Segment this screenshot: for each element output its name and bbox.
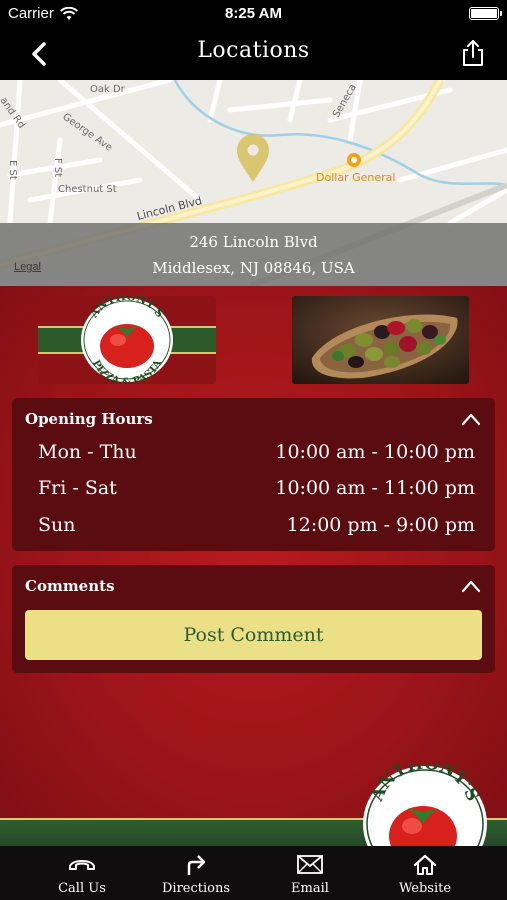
address-line2: Middlesex, NJ 08846, USA xyxy=(152,259,355,277)
hours-row: Sun 12:00 pm - 9:00 pm xyxy=(38,514,475,544)
location-detail: ANTHONY'S PIZZA & PASTA Opening Hours Mo… xyxy=(0,286,507,846)
tab-label-website: Website xyxy=(398,881,452,896)
tab-label-email: Email xyxy=(291,881,329,896)
street-label-e: E St xyxy=(7,160,18,180)
email-icon xyxy=(297,855,323,874)
home-icon xyxy=(413,854,437,875)
share-icon[interactable] xyxy=(459,38,487,68)
post-comment-button[interactable]: Post Comment xyxy=(25,610,482,660)
olives-photo xyxy=(292,296,469,384)
status-time: 8:25 AM xyxy=(225,5,282,22)
battery-icon xyxy=(469,7,502,20)
hours-day: Fri - Sat xyxy=(38,477,117,499)
address-line1: 246 Lincoln Blvd xyxy=(189,233,318,251)
corner-logo: ANTHONY'S xyxy=(363,764,487,846)
tab-directions[interactable]: Directions xyxy=(146,846,246,900)
comments-card: Comments Post Comment xyxy=(12,565,495,673)
hours-day: Sun xyxy=(38,514,76,536)
hours-day: Mon - Thu xyxy=(38,441,137,463)
comments-title: Comments xyxy=(25,577,115,595)
chevron-up-icon[interactable] xyxy=(461,579,481,593)
map-legal-link[interactable]: Legal xyxy=(14,261,41,273)
street-label-f: F St xyxy=(52,158,63,177)
street-label-oak: Oak Dr xyxy=(90,84,126,95)
hours-time: 12:00 pm - 9:00 pm xyxy=(286,514,475,536)
tab-website[interactable]: Website xyxy=(375,846,475,900)
hours-time: 10:00 am - 11:00 pm xyxy=(275,477,475,499)
opening-hours-title: Opening Hours xyxy=(25,410,153,428)
navigation-bar: Locations xyxy=(0,28,507,80)
tab-bar: Call Us Directions Email Website xyxy=(0,846,507,900)
hours-row: Fri - Sat 10:00 am - 11:00 pm xyxy=(38,477,475,507)
tab-call-us[interactable]: Call Us xyxy=(32,846,132,900)
page-title: Locations xyxy=(197,38,310,63)
street-label-chestnut: Chestnut St xyxy=(58,184,117,195)
svg-text:Dollar General: Dollar General xyxy=(316,171,395,184)
restaurant-logo: ANTHONY'S PIZZA & PASTA xyxy=(38,296,216,384)
phone-icon xyxy=(69,860,95,870)
tab-label-call-us: Call Us xyxy=(58,881,106,896)
address-overlay: 246 Lincoln Blvd Middlesex, NJ 08846, US… xyxy=(0,223,507,286)
opening-hours-card: Opening Hours Mon - Thu 10:00 am - 10:00… xyxy=(12,398,495,551)
status-bar: Carrier 8:25 AM xyxy=(0,0,507,28)
tab-label-directions: Directions xyxy=(161,881,231,896)
directions-icon xyxy=(187,855,206,875)
tab-email[interactable]: Email xyxy=(260,846,360,900)
hours-time: 10:00 am - 10:00 pm xyxy=(275,441,475,463)
location-map[interactable]: Oak Dr George Ave Chestnut St Lincoln Bl… xyxy=(0,80,507,286)
chevron-up-icon[interactable] xyxy=(461,412,481,426)
hours-row: Mon - Thu 10:00 am - 10:00 pm xyxy=(38,441,475,471)
